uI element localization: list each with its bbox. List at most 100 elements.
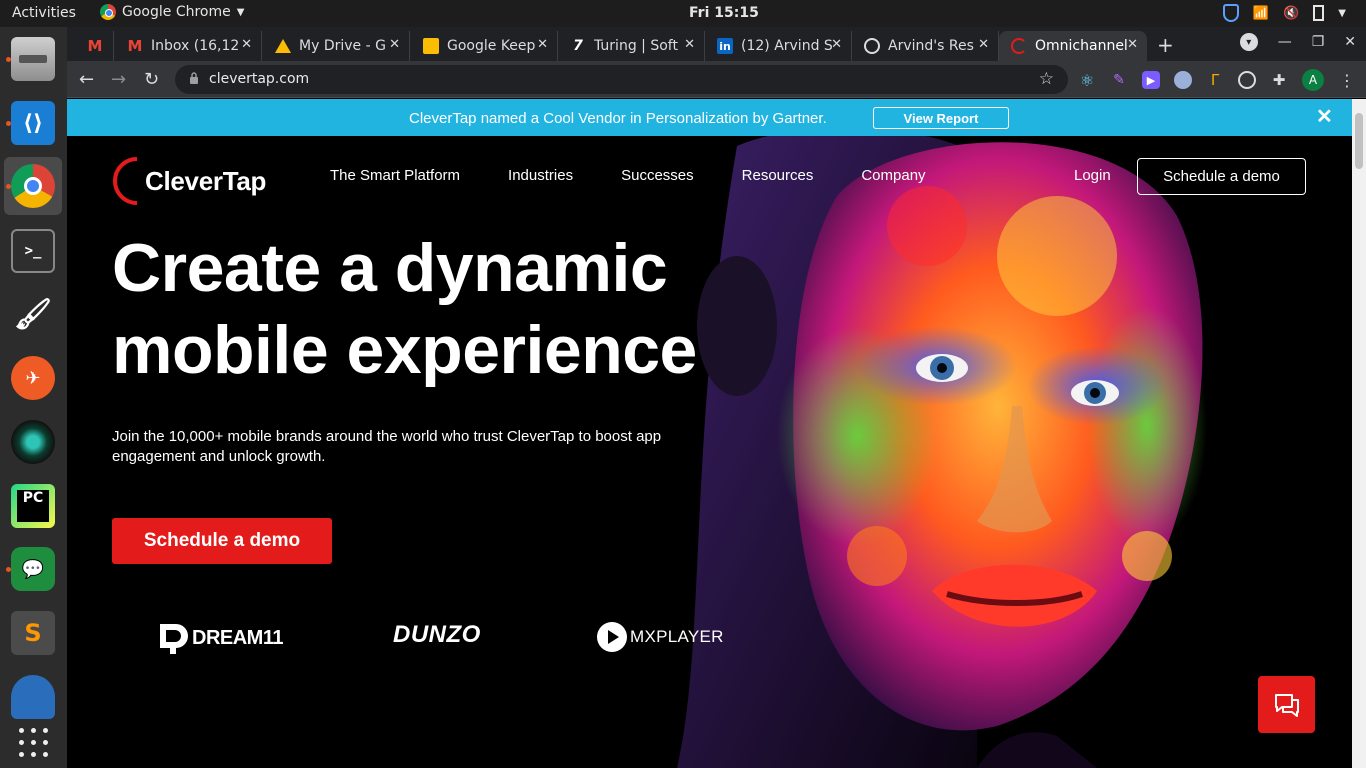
window-controls: ▾ — ❐ ✕ [1239, 33, 1356, 51]
schedule-demo-header-button[interactable]: Schedule a demo [1137, 158, 1306, 195]
close-tab-icon[interactable]: ✕ [684, 37, 695, 52]
tab-linkedin[interactable]: in (12) Arvind S ✕ [705, 31, 852, 61]
menu-dots-icon[interactable]: ⋮ [1338, 71, 1356, 90]
mxplayer-text: MXPLAYER [630, 627, 724, 646]
headline-line-1: Create a dynamic [112, 230, 668, 306]
close-tab-icon[interactable]: ✕ [389, 37, 400, 52]
tab-gmail-pinned[interactable]: M [75, 31, 114, 61]
sublime-icon: S [11, 611, 55, 655]
profile-avatar[interactable]: A [1302, 69, 1324, 91]
running-indicator [6, 567, 11, 572]
close-tab-icon[interactable]: ✕ [978, 37, 989, 52]
reload-icon[interactable]: ↻ [144, 69, 159, 90]
volume-icon[interactable]: 🔇 [1283, 6, 1299, 21]
dock-sublime[interactable]: S [4, 604, 62, 662]
video-icon[interactable]: ▶ [1142, 71, 1160, 89]
tab-inbox[interactable]: M Inbox (16,12 ✕ [115, 31, 262, 61]
gmail-icon: M [127, 37, 143, 55]
clevertap-icon [1011, 38, 1027, 54]
chat-bubble-icon [1274, 693, 1299, 717]
tab-search-icon[interactable]: ▾ [1239, 33, 1258, 51]
linkedin-icon: in [717, 38, 733, 54]
bookmark-star-icon[interactable]: ☆ [1039, 69, 1054, 89]
page-scrollbar[interactable] [1352, 99, 1366, 768]
hero-subtext: Join the 10,000+ mobile brands around th… [112, 428, 662, 465]
grid-icon [18, 727, 48, 757]
app-menu-label: Google Chrome [122, 4, 231, 20]
react-devtools-icon[interactable]: ⚛ [1078, 71, 1096, 90]
drive-icon [275, 39, 291, 53]
dock-camera[interactable] [4, 413, 62, 471]
close-tab-icon[interactable]: ✕ [1127, 37, 1138, 52]
minimize-icon[interactable]: — [1278, 34, 1292, 50]
battery-icon[interactable] [1313, 5, 1325, 21]
chrome-icon [100, 4, 116, 20]
clock[interactable]: Fri 15:15 [689, 5, 759, 21]
login-link[interactable]: Login [1074, 167, 1111, 184]
circle-extension-icon[interactable] [1174, 71, 1192, 89]
hero-face-image [677, 136, 1207, 768]
view-report-button[interactable]: View Report [873, 107, 1009, 129]
new-tab-button[interactable]: + [1157, 33, 1174, 57]
tab-keep[interactable]: Google Keep ✕ [411, 31, 558, 61]
tab-turing[interactable]: 7 Turing | Soft ✕ [558, 31, 705, 61]
camera-lens-icon [11, 420, 55, 464]
chevron-down-icon[interactable]: ▼ [1338, 8, 1346, 19]
paintbrush-icon: 🖌 [13, 296, 53, 332]
dock-chat[interactable]: 💬 [4, 540, 62, 598]
tab-resume[interactable]: Arvind's Res ✕ [852, 31, 999, 61]
shield-icon[interactable] [1222, 4, 1239, 22]
clevertap-mark-icon [113, 157, 138, 205]
feather-icon[interactable]: ✎ [1110, 71, 1128, 89]
logo-text: CleverTap [145, 165, 267, 196]
wifi-icon[interactable]: 📶 [1253, 6, 1269, 21]
nav-successes[interactable]: Successes [621, 167, 694, 184]
address-bar[interactable]: clevertap.com ☆ [175, 65, 1068, 94]
close-tab-icon[interactable]: ✕ [537, 37, 548, 52]
close-tab-icon[interactable]: ✕ [831, 37, 842, 52]
tool-extension-icon[interactable]: Γ [1206, 71, 1224, 89]
dream11-mark-icon [160, 624, 188, 654]
close-banner-icon[interactable]: ✕ [1316, 104, 1333, 129]
forward-icon[interactable]: → [111, 69, 126, 90]
dream11-logo: DREAM11 [156, 621, 283, 655]
dock-pycharm[interactable]: PC [4, 477, 62, 535]
tab-drive[interactable]: My Drive - G ✕ [263, 31, 410, 61]
dock-vscode[interactable]: ⟨⟩ [4, 94, 62, 152]
announcement-banner: CleverTap named a Cool Vendor in Persona… [67, 99, 1352, 136]
maximize-icon[interactable]: ❐ [1312, 34, 1325, 50]
dunzo-text: DUNZO [393, 621, 481, 648]
dock-paint[interactable]: 🖌 [4, 285, 62, 343]
schedule-demo-button[interactable]: Schedule a demo [112, 518, 332, 564]
back-icon[interactable]: ← [79, 69, 94, 90]
nav-smart-platform[interactable]: The Smart Platform [330, 167, 460, 184]
nav-industries[interactable]: Industries [508, 167, 573, 184]
file-cabinet-icon [11, 37, 55, 81]
app-menu[interactable]: Google Chrome ▼ [100, 4, 244, 20]
url-text: clevertap.com [209, 71, 310, 87]
keep-icon [423, 38, 439, 54]
dream11-text: DREAM11 [192, 626, 283, 649]
nav-resources[interactable]: Resources [742, 167, 814, 184]
target-icon[interactable] [1238, 71, 1256, 89]
chat-icon: 💬 [11, 547, 55, 591]
show-apps-button[interactable] [4, 713, 62, 768]
tab-clevertap[interactable]: Omnichannel ✕ [999, 31, 1147, 61]
dock-postman[interactable]: ✈ [4, 349, 62, 407]
dock-terminal[interactable]: >_ [4, 222, 62, 280]
running-indicator [6, 184, 11, 189]
chat-button[interactable] [1258, 676, 1315, 733]
close-tab-icon[interactable]: ✕ [241, 37, 252, 52]
system-tray[interactable]: 📶 🔇 ▼ [1222, 4, 1346, 22]
browser-toolbar: ← → ↻ clevertap.com ☆ ⚛ ✎ ▶ Γ ✚ A ⋮ [67, 61, 1366, 98]
extensions-area: ⚛ ✎ ▶ Γ ✚ A ⋮ [1078, 69, 1356, 91]
close-window-icon[interactable]: ✕ [1344, 34, 1356, 50]
headline-line-2: mobile experience [112, 312, 697, 388]
puzzle-icon[interactable]: ✚ [1270, 71, 1288, 89]
scrollbar-thumb[interactable] [1355, 113, 1363, 169]
dock-chrome[interactable] [4, 157, 62, 215]
dock-files[interactable] [4, 30, 62, 88]
nav-company[interactable]: Company [861, 167, 925, 184]
clevertap-logo[interactable]: CleverTap [111, 153, 266, 209]
activities-button[interactable]: Activities [12, 5, 76, 21]
